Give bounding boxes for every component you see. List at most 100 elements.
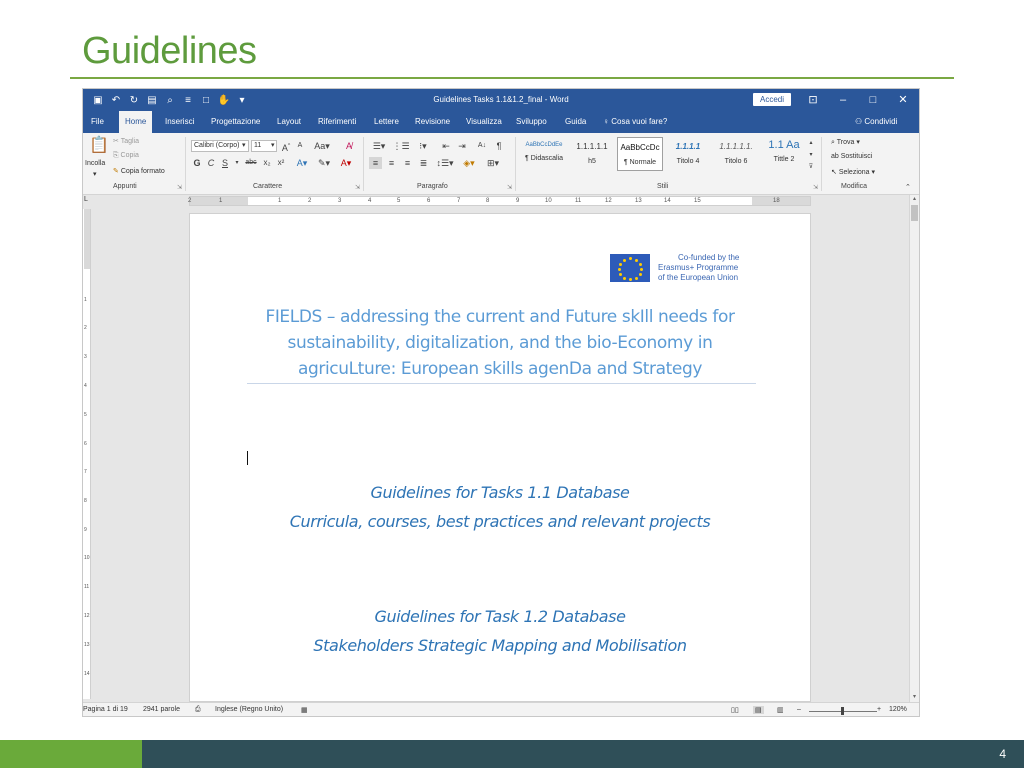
- ruler-number: 4: [84, 383, 87, 389]
- grow-font-icon[interactable]: A^: [281, 140, 291, 154]
- tab-design[interactable]: Progettazione: [205, 111, 266, 133]
- tab-review[interactable]: Revisione: [409, 111, 456, 133]
- title-line: FIELDS – addressing the current and Futu…: [265, 307, 735, 327]
- underline-dropdown-icon[interactable]: ▾: [233, 157, 241, 169]
- numbering-list-icon[interactable]: ⋮☰: [391, 140, 411, 152]
- tab-insert[interactable]: Inserisci: [159, 111, 200, 133]
- shading-icon[interactable]: ◈▾: [459, 157, 479, 169]
- clipboard-launcher-icon[interactable]: ⇲: [177, 184, 182, 191]
- align-right-icon[interactable]: ≡: [401, 157, 414, 169]
- strikethrough-icon[interactable]: abc: [243, 157, 259, 169]
- sort-icon[interactable]: A↓: [475, 140, 489, 152]
- document-page[interactable]: Co-funded by the Erasmus+ Programme of t…: [189, 213, 811, 702]
- tab-mailings[interactable]: Lettere: [368, 111, 405, 133]
- page-count-status[interactable]: Pagina 1 di 19: [83, 706, 128, 713]
- scroll-thumb[interactable]: [911, 205, 918, 221]
- underline-icon[interactable]: S: [219, 157, 231, 169]
- ribbon-display-icon[interactable]: ⊡: [805, 92, 821, 108]
- paste-button[interactable]: Incolla: [85, 160, 105, 167]
- change-case-icon[interactable]: Aa▾: [313, 140, 331, 152]
- styles-scroll-down-icon[interactable]: ▾: [807, 149, 815, 161]
- collapse-ribbon-icon[interactable]: ⌃: [905, 183, 911, 191]
- style-h5[interactable]: 1.1.1.1.1 h5: [569, 137, 615, 171]
- macro-record-icon[interactable]: ▦: [301, 706, 308, 714]
- tab-help[interactable]: Guida: [559, 111, 592, 133]
- bold-icon[interactable]: G: [191, 157, 203, 169]
- font-color-icon[interactable]: A▾: [337, 157, 355, 169]
- italic-icon[interactable]: C: [205, 157, 217, 169]
- vertical-ruler[interactable]: 1 2 3 4 5 6 7 8 9 10 11 12 13 14: [83, 209, 91, 699]
- zoom-level[interactable]: 120%: [889, 706, 907, 713]
- format-painter-button[interactable]: ✎ Copia formato: [113, 167, 165, 175]
- styles-more-icon[interactable]: ⊽: [807, 161, 815, 173]
- minimize-icon[interactable]: –: [835, 92, 851, 108]
- tab-home[interactable]: Home: [119, 111, 153, 133]
- horizontal-ruler[interactable]: 2 1 1 2 3 4 5 6 7 8 9 10 11 12 13 14 15 …: [188, 196, 811, 206]
- share-button[interactable]: ⚇ Condividi: [855, 111, 897, 133]
- vertical-scrollbar[interactable]: ▴ ▾: [909, 195, 919, 702]
- sign-in-button[interactable]: Accedi: [753, 93, 791, 106]
- scroll-up-icon[interactable]: ▴: [910, 195, 919, 204]
- replace-button[interactable]: ab Sostituisci: [831, 153, 872, 160]
- ruler-number: 9: [516, 198, 520, 204]
- proofing-icon[interactable]: ⎙: [195, 706, 201, 714]
- font-name-dropdown-icon[interactable]: ▾: [242, 141, 246, 149]
- ruler-top-margin: [84, 209, 90, 269]
- style-titolo-4[interactable]: 1.1.1.1 Titolo 4: [665, 137, 711, 171]
- select-label: Seleziona: [838, 169, 870, 176]
- language-status[interactable]: Inglese (Regno Unito): [215, 706, 283, 713]
- web-layout-icon[interactable]: ▥: [777, 706, 784, 714]
- text-effects-icon[interactable]: A▾: [293, 157, 311, 169]
- copy-button[interactable]: ⎘ Copia: [113, 152, 139, 160]
- tab-file[interactable]: File: [85, 111, 110, 133]
- align-center-icon[interactable]: ≡: [385, 157, 398, 169]
- increase-indent-icon[interactable]: ⇥: [455, 140, 469, 152]
- font-name-select[interactable]: Calibri (Corpo): [191, 140, 249, 152]
- styles-scroll-up-icon[interactable]: ▴: [807, 137, 815, 149]
- superscript-icon[interactable]: x²: [275, 157, 287, 169]
- style-tittle-2[interactable]: 1.1 Aa Tittle 2: [761, 137, 807, 171]
- style-name: Titolo 6: [724, 158, 748, 165]
- paragraph-launcher-icon[interactable]: ⇲: [507, 184, 512, 191]
- paste-icon[interactable]: 📋: [89, 137, 109, 155]
- zoom-out-icon[interactable]: –: [797, 706, 801, 713]
- font-launcher-icon[interactable]: ⇲: [355, 184, 360, 191]
- select-button[interactable]: ↖ Seleziona ▾: [831, 168, 875, 176]
- line-spacing-icon[interactable]: ↕☰▾: [435, 157, 455, 169]
- read-mode-icon[interactable]: ▯▯: [731, 706, 739, 714]
- cut-label: Taglia: [120, 138, 139, 145]
- tab-developer[interactable]: Sviluppo: [510, 111, 553, 133]
- shrink-font-icon[interactable]: A: [295, 140, 305, 152]
- word-count-status[interactable]: 2941 parole: [143, 706, 180, 713]
- clear-formatting-icon[interactable]: A̸: [343, 140, 355, 152]
- multilevel-list-icon[interactable]: ⁝▾: [413, 140, 433, 152]
- tell-me-search[interactable]: ♀ Cosa vuoi fare?: [603, 111, 667, 133]
- highlight-icon[interactable]: ✎▾: [315, 157, 333, 169]
- scroll-down-icon[interactable]: ▾: [910, 693, 919, 702]
- tab-selector-icon[interactable]: L: [84, 196, 88, 203]
- zoom-in-icon[interactable]: +: [877, 706, 881, 713]
- tab-references[interactable]: Riferimenti: [312, 111, 362, 133]
- style-normale[interactable]: AaBbCcDc ¶ Normale: [617, 137, 663, 171]
- find-button[interactable]: ⌕ Trova ▾: [831, 138, 860, 147]
- styles-launcher-icon[interactable]: ⇲: [813, 184, 818, 191]
- bullets-list-icon[interactable]: ☰▾: [369, 140, 389, 152]
- align-left-icon[interactable]: ≡: [369, 157, 382, 169]
- subscript-icon[interactable]: x₂: [261, 157, 273, 169]
- zoom-slider-thumb[interactable]: [841, 707, 844, 715]
- borders-icon[interactable]: ⊞▾: [483, 157, 503, 169]
- paste-dropdown-icon[interactable]: ▾: [93, 170, 97, 178]
- tab-view[interactable]: Visualizza: [460, 111, 508, 133]
- maximize-icon[interactable]: □: [865, 92, 881, 108]
- style-titolo-6[interactable]: 1.1.1.1.1. Titolo 6: [713, 137, 759, 171]
- decrease-indent-icon[interactable]: ⇤: [439, 140, 453, 152]
- tab-layout[interactable]: Layout: [271, 111, 307, 133]
- cut-button[interactable]: ✂ Taglia: [113, 137, 139, 145]
- close-icon[interactable]: ✕: [895, 92, 911, 108]
- font-size-dropdown-icon[interactable]: ▾: [271, 141, 275, 149]
- show-marks-icon[interactable]: ¶: [493, 140, 505, 152]
- print-layout-icon[interactable]: ▤: [753, 706, 764, 714]
- style-didascalia[interactable]: AaBbCcDdEe ¶ Didascalia: [521, 137, 567, 171]
- ruler-number: 6: [84, 441, 87, 447]
- justify-icon[interactable]: ≣: [417, 157, 430, 169]
